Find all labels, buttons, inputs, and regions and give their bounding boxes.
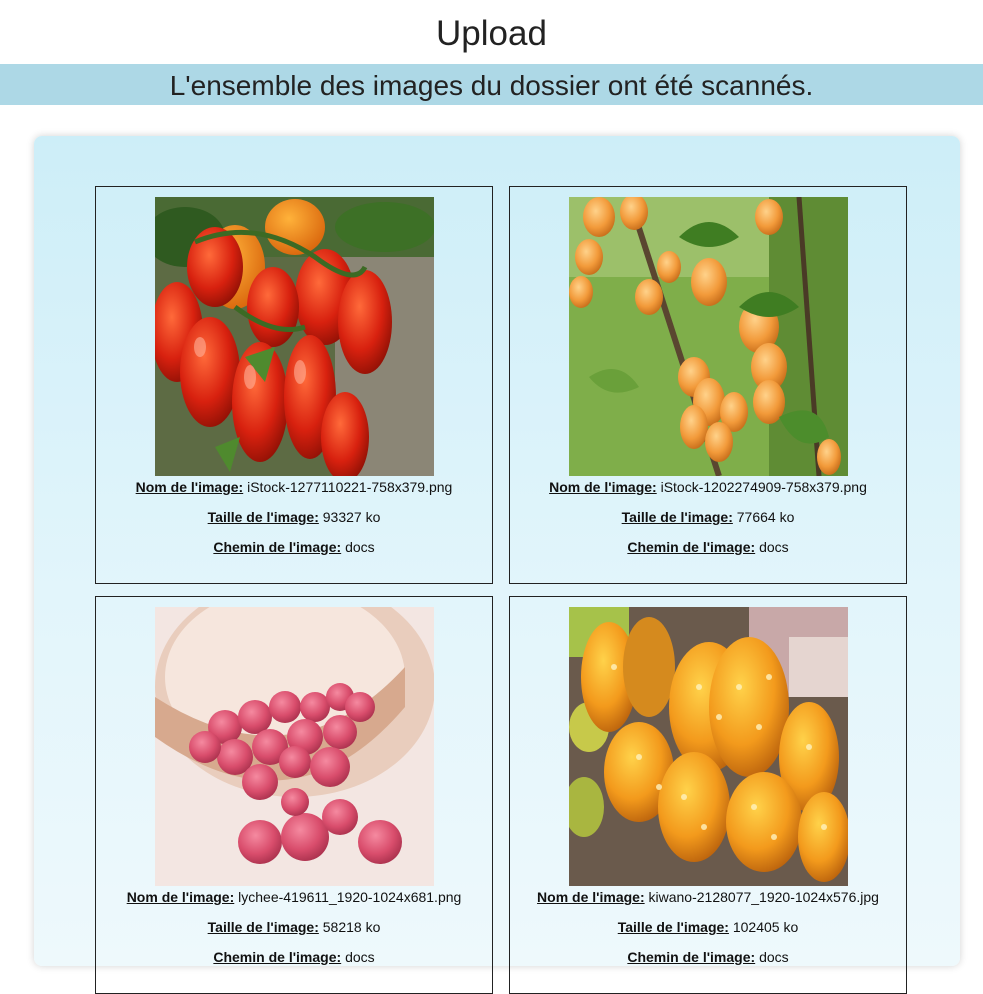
image-name-value: lychee-419611_1920-1024x681.png	[238, 889, 462, 905]
image-path-row: Chemin de l'image: docs	[96, 949, 492, 965]
image-size-value: 58218 ko	[322, 919, 381, 935]
image-size-row: Taille de l'image: 77664 ko	[510, 509, 906, 525]
image-size-value: 93327 ko	[322, 509, 381, 525]
image-name-label: Nom de l'image:	[549, 479, 657, 495]
image-card: Nom de l'image: kiwano-2128077_1920-1024…	[509, 596, 907, 994]
image-path-value: docs	[759, 539, 789, 555]
image-name-label: Nom de l'image:	[135, 479, 244, 495]
image-name-value: kiwano-2128077_1920-1024x576.jpg	[648, 889, 879, 905]
image-size-value: 102405 ko	[732, 919, 799, 935]
image-gallery-panel: Nom de l'image: iStock-1277110221-758x37…	[34, 136, 960, 994]
image-size-label: Taille de l'image:	[207, 919, 319, 935]
image-path-label: Chemin de l'image:	[627, 949, 756, 965]
image-size-value: 77664 ko	[736, 509, 795, 525]
lychees-image	[155, 607, 434, 886]
image-path-row: Chemin de l'image: docs	[96, 539, 492, 555]
image-name-label: Nom de l'image:	[126, 889, 235, 905]
image-thumbnail-apricots[interactable]	[569, 197, 848, 476]
image-path-row: Chemin de l'image: docs	[510, 539, 906, 555]
image-path-label: Chemin de l'image:	[213, 949, 342, 965]
image-path-row: Chemin de l'image: docs	[510, 949, 906, 965]
image-path-label: Chemin de l'image:	[213, 539, 342, 555]
image-name-row: Nom de l'image: iStock-1277110221-758x37…	[96, 479, 492, 495]
image-name-row: Nom de l'image: iStock-1202274909-758x37…	[510, 479, 906, 495]
image-card: Nom de l'image: iStock-1277110221-758x37…	[95, 186, 493, 584]
image-size-row: Taille de l'image: 93327 ko	[96, 509, 492, 525]
image-thumbnail-lychees[interactable]	[155, 607, 434, 886]
image-size-label: Taille de l'image:	[207, 509, 319, 525]
image-card: Nom de l'image: iStock-1202274909-758x37…	[509, 186, 907, 584]
image-thumbnail-kiwano[interactable]	[569, 607, 848, 886]
image-card: Nom de l'image: lychee-419611_1920-1024x…	[95, 596, 493, 994]
page-title: Upload	[436, 14, 547, 53]
image-path-value: docs	[759, 949, 789, 965]
image-path-value: docs	[345, 539, 375, 555]
image-size-row: Taille de l'image: 58218 ko	[96, 919, 492, 935]
image-size-label: Taille de l'image:	[617, 919, 729, 935]
image-name-row: Nom de l'image: kiwano-2128077_1920-1024…	[510, 889, 906, 905]
image-name-value: iStock-1202274909-758x379.png	[660, 479, 867, 495]
image-path-label: Chemin de l'image:	[627, 539, 756, 555]
kiwano-image	[569, 607, 848, 886]
image-name-label: Nom de l'image:	[537, 889, 645, 905]
image-name-value: iStock-1277110221-758x379.png	[247, 479, 453, 495]
image-path-value: docs	[345, 949, 375, 965]
image-size-row: Taille de l'image: 102405 ko	[510, 919, 906, 935]
apricots-image	[569, 197, 848, 476]
image-name-row: Nom de l'image: lychee-419611_1920-1024x…	[96, 889, 492, 905]
tomatoes-image	[155, 197, 434, 476]
image-size-label: Taille de l'image:	[621, 509, 733, 525]
image-thumbnail-tomatoes[interactable]	[155, 197, 434, 476]
scan-status-banner: L'ensemble des images du dossier ont été…	[0, 64, 983, 105]
